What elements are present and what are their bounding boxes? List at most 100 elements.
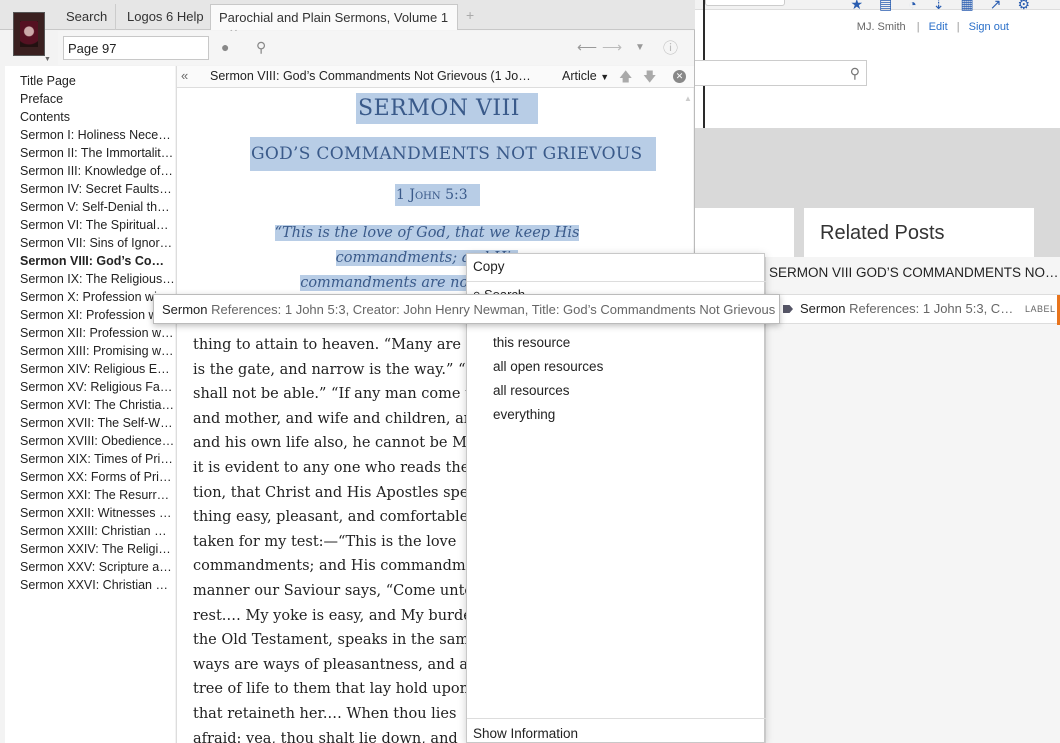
toc-item[interactable]: Title Page [5, 72, 175, 90]
cover-portrait [20, 21, 38, 47]
reader-toolbar: ●‪ ⚲ ⟵ ⟶ ▼ ⓘ [58, 31, 694, 65]
ref-book: John [409, 187, 441, 203]
show-information-menu-item[interactable]: Show Information [473, 726, 578, 741]
tooltip-kind: Sermon [162, 302, 208, 317]
browser-address-bar[interactable] [705, 0, 785, 6]
body-line: tion, that Christ and His Apostles speal [193, 484, 482, 501]
toc-item[interactable]: Sermon V: Self-Denial the… [5, 198, 175, 216]
tab-parochial-sermons[interactable]: Parochial and Plain Sermons, Volume 1 ✕ [210, 4, 458, 40]
history-dropdown-icon[interactable]: ▼ [635, 42, 645, 53]
toc-item[interactable]: Sermon XXVI: Christian M… [5, 576, 175, 594]
scroll-up-icon[interactable]: ▲ [684, 94, 692, 103]
body-line: afraid: yea, thou shalt lie down, and [193, 730, 458, 743]
toc-item[interactable]: Sermon II: The Immortalit… [5, 144, 175, 162]
toc-item[interactable]: Sermon XII: Profession wit… [5, 324, 175, 342]
body-line: and mother, and wife and children, an [193, 410, 474, 427]
sermon-label-row[interactable]: Sermon References: 1 John 5:3, Cre… LABE… [766, 294, 1060, 325]
toc-item[interactable]: Sermon III: Knowledge of… [5, 162, 175, 180]
toc-item[interactable]: Sermon XXII: Witnesses of… [5, 504, 175, 522]
toc-item[interactable]: Sermon XIX: Times of Priv… [5, 450, 175, 468]
tab-label: Logos 6 Help [127, 9, 204, 24]
history-icon[interactable]: ◔ [908, 0, 916, 13]
body-line: taken for my test:—“This is the love [193, 533, 457, 550]
body-line: thing to attain to heaven. “Many are cal [193, 337, 488, 353]
toc-item[interactable]: Sermon XIV: Religious Em… [5, 360, 175, 378]
table-of-contents: Title Page Preface Contents Sermon I: Holin… [5, 66, 175, 743]
toc-item[interactable]: Sermon X: Profession wi… [5, 288, 175, 306]
toc-item[interactable]: Sermon XXIII: Christian Re… [5, 522, 175, 540]
toc-item[interactable]: Sermon XVII: The Self-Wis… [5, 414, 175, 432]
tab-search[interactable]: Search [58, 4, 117, 30]
page-reference-input[interactable] [63, 36, 209, 60]
collapse-toc-icon[interactable]: « [181, 68, 188, 83]
ref-number: 1 [396, 187, 405, 203]
search-this-resource-option[interactable]: this resource [493, 335, 570, 350]
toc-item[interactable]: Sermon I: Holiness Neces… [5, 126, 175, 144]
previous-article-icon[interactable]: 🡅 [619, 68, 632, 90]
body-line: tree of life to them that lay hold upon … [193, 681, 479, 698]
body-line: manner our Saviour says, “Come unto [193, 582, 474, 599]
label-kind: Sermon [800, 301, 846, 316]
back-arrow-icon[interactable]: ⟵ [577, 39, 597, 56]
body-line: ways are ways of pleasantness, and all l [193, 656, 487, 673]
toc-item[interactable]: Sermon IV: Secret Faults (… [5, 180, 175, 198]
article-dropdown[interactable]: Article ▼ [562, 69, 609, 83]
reference-tooltip: Sermon References: 1 John 5:3, Creator: … [153, 294, 780, 324]
user-links: MJ. Smith | Edit | Sign out [857, 21, 1015, 33]
star-icon[interactable]: ★ [850, 0, 863, 13]
toc-item[interactable]: Sermon XXI: The Resurrec… [5, 486, 175, 504]
chevron-down-icon[interactable]: ▼ [44, 56, 51, 63]
body-line: and his own life also, he cannot be My d [193, 435, 490, 452]
next-article-icon[interactable]: 🡇 [643, 68, 656, 90]
downloads-icon[interactable]: ⇣ [933, 0, 945, 13]
apps-icon[interactable]: ▦ [960, 0, 973, 13]
new-tab-icon[interactable]: + [466, 7, 474, 23]
toc-item[interactable]: Sermon XIII: Promising wi… [5, 342, 175, 360]
toc-item[interactable]: Sermon IX: The Religious… [5, 270, 175, 288]
body-line: rest.… My yoke is easy, and My burden [193, 607, 482, 624]
toc-item[interactable]: Sermon XX: Forms of Priv… [5, 468, 175, 486]
sermon-title-heading: GOD’S COMMANDMENTS NOT GRIEVOUS [250, 137, 657, 171]
forward-arrow-icon[interactable]: ⟶ [602, 39, 622, 56]
separator: | [916, 21, 920, 33]
toc-item[interactable]: Sermon XVI: The Christian… [5, 396, 175, 414]
toc-item[interactable]: Sermon XXIV: The Religio… [5, 540, 175, 558]
toc-item[interactable]: Sermon XXV: Scripture a R… [5, 558, 175, 576]
toc-item[interactable]: Sermon VIII: God’s Com… [5, 252, 175, 270]
sign-out-link[interactable]: Sign out [969, 21, 1009, 33]
search-all-open-resources-option[interactable]: all open resources [493, 359, 603, 374]
copy-menu-item[interactable]: Copy [473, 259, 505, 274]
search-icon[interactable]: ⚲ [256, 39, 266, 56]
close-panel-icon[interactable]: ✕ [673, 70, 686, 83]
reader-header: « Sermon VIII: God’s Commandments Not Gr… [177, 66, 694, 88]
search-everything-option[interactable]: everything [493, 407, 555, 422]
search-all-resources-option[interactable]: all resources [493, 383, 570, 398]
book-cover-thumbnail[interactable] [13, 12, 45, 56]
body-line: is the gate, and narrow is the way.” “Ma [193, 361, 489, 378]
toc-item[interactable]: Sermon VI: The Spiritual… [5, 216, 175, 234]
current-article-title[interactable]: Sermon VIII: God’s Commandments Not Grie… [210, 69, 535, 83]
share-icon[interactable]: ↗ [990, 0, 1002, 13]
body-line: thing easy, pleasant, and comfortable. [193, 509, 473, 526]
tab-logos-help[interactable]: Logos 6 Help [119, 4, 213, 30]
toc-item[interactable]: Sermon XV: Religious Fait… [5, 378, 175, 396]
site-search-input[interactable]: ⚲ [695, 60, 867, 86]
reading-list-icon[interactable]: ▤ [879, 0, 892, 13]
settings-icon[interactable]: ⚙ [1017, 0, 1030, 13]
toc-item[interactable]: Contents [5, 108, 175, 126]
visual-filters-icon[interactable]: ●‪ [221, 39, 229, 55]
tooltip-details: References: 1 John 5:3, Creator: John He… [211, 302, 776, 317]
info-icon[interactable]: ⓘ [663, 37, 678, 58]
toc-item[interactable]: Preface [5, 90, 175, 108]
scripture-reference[interactable]: 1 John 5:3 [395, 184, 480, 206]
search-icon[interactable]: ⚲ [850, 65, 860, 82]
body-line: it is evident to any one who reads the [193, 459, 470, 476]
toc-item[interactable]: Sermon VII: Sins of Ignora… [5, 234, 175, 252]
body-line: that retaineth her.… When thou lies [193, 705, 457, 722]
toc-item[interactable]: Sermon XVIII: Obedience t… [5, 432, 175, 450]
tab-bar: Search Logos 6 Help Parochial and Plain … [0, 0, 695, 40]
chevron-down-icon: ▼ [600, 72, 610, 82]
toc-item[interactable]: Sermon XI: Profession w… [5, 306, 175, 324]
edit-link[interactable]: Edit [929, 21, 948, 33]
browser-toolbar: ★ ▤ ◔ ⇣ ▦ ↗ ⚙ [695, 0, 1060, 13]
